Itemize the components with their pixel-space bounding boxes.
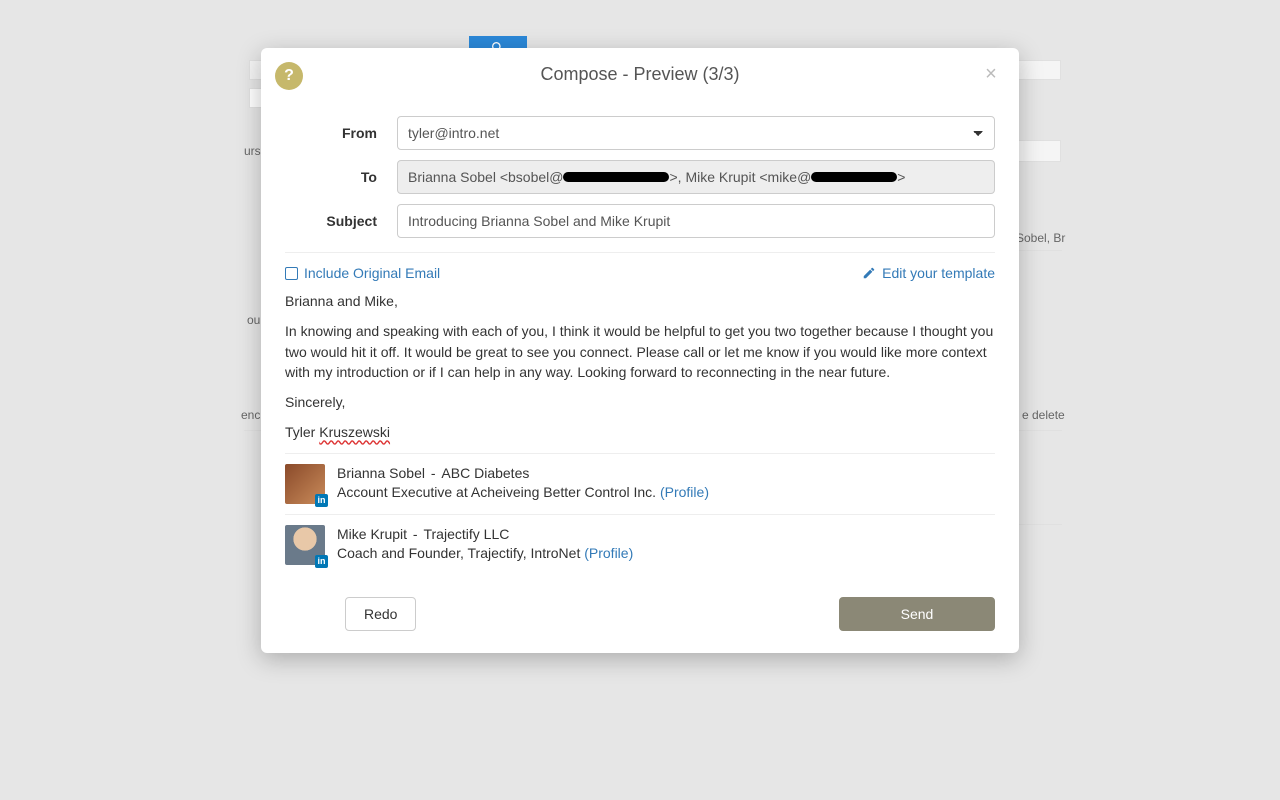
- modal-header: ? Compose - Preview (3/3) ×: [261, 48, 1019, 100]
- email-body: In knowing and speaking with each of you…: [285, 321, 995, 382]
- linkedin-icon[interactable]: in: [315, 555, 328, 568]
- close-button[interactable]: ×: [979, 62, 1003, 86]
- subject-input[interactable]: [397, 204, 995, 238]
- linkedin-icon[interactable]: in: [315, 494, 328, 507]
- redacted-text: [811, 172, 897, 182]
- contact-card: in Mike Krupit - Trajectify LLC Coach an…: [285, 514, 995, 575]
- compose-preview-modal: ? Compose - Preview (3/3) × From tyler@i…: [261, 48, 1019, 653]
- avatar: in: [285, 525, 325, 565]
- modal-overlay: ? Compose - Preview (3/3) × From tyler@i…: [0, 0, 1280, 800]
- profile-link[interactable]: (Profile): [660, 484, 709, 500]
- email-greeting: Brianna and Mike,: [285, 291, 995, 311]
- include-original-toggle[interactable]: Include Original Email: [285, 265, 440, 281]
- body-toolbar: Include Original Email Edit your templat…: [285, 265, 995, 281]
- contact-card: in Brianna Sobel - ABC Diabetes Account …: [285, 453, 995, 514]
- to-input: Brianna Sobel <bsobel@>, Mike Krupit <mi…: [397, 160, 995, 194]
- send-button[interactable]: Send: [839, 597, 995, 631]
- pencil-icon: [862, 266, 876, 280]
- modal-body: From tyler@intro.net To Brianna Sobel <b…: [261, 100, 1019, 653]
- contact-info: Mike Krupit - Trajectify LLC Coach and F…: [337, 525, 633, 565]
- modal-footer: Redo Send: [285, 589, 995, 635]
- divider: [285, 252, 995, 253]
- email-signature: Tyler Kruszewski: [285, 422, 995, 442]
- help-icon[interactable]: ?: [275, 62, 303, 90]
- contact-info: Brianna Sobel - ABC Diabetes Account Exe…: [337, 464, 709, 504]
- to-row: To Brianna Sobel <bsobel@>, Mike Krupit …: [285, 160, 995, 194]
- redacted-text: [563, 172, 669, 182]
- email-signoff: Sincerely,: [285, 392, 995, 412]
- modal-title: Compose - Preview (3/3): [540, 64, 739, 85]
- profile-link[interactable]: (Profile): [584, 545, 633, 561]
- from-row: From tyler@intro.net: [285, 116, 995, 150]
- to-label: To: [285, 169, 397, 185]
- subject-label: Subject: [285, 213, 397, 229]
- redo-button[interactable]: Redo: [345, 597, 416, 631]
- from-label: From: [285, 125, 397, 141]
- from-select[interactable]: tyler@intro.net: [397, 116, 995, 150]
- avatar: in: [285, 464, 325, 504]
- edit-template-link[interactable]: Edit your template: [862, 265, 995, 281]
- subject-row: Subject: [285, 204, 995, 238]
- checkbox-icon: [285, 267, 298, 280]
